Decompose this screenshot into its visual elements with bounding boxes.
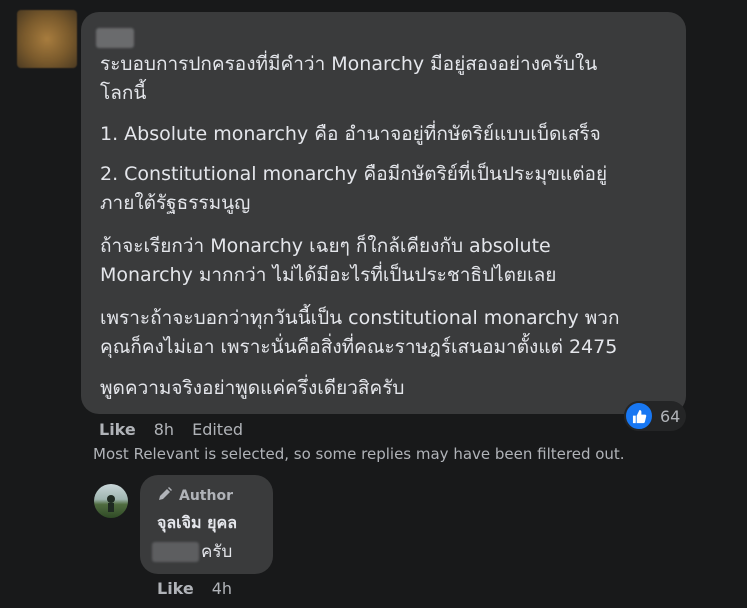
reply-text-content: ครับ [201, 542, 233, 562]
reply-author-name[interactable]: จุลเจิม ยุคล [157, 511, 237, 536]
reply-text: ครับ [152, 538, 232, 565]
comment-paragraph-3: 2. Constitutional monarchy คือมีกษัตริย์… [100, 163, 608, 214]
author-badge: Author [157, 486, 233, 506]
commenter-name-redacted[interactable] [96, 28, 134, 48]
like-thumb-icon [624, 401, 654, 431]
comment-timestamp[interactable]: 8h [154, 420, 174, 439]
reply-actions: Like 4h [157, 579, 232, 598]
comment-actions: Like 8h Edited [99, 420, 243, 439]
reaction-count: 64 [660, 406, 681, 426]
commenter-avatar[interactable] [17, 10, 77, 68]
reply-like-button[interactable]: Like [157, 579, 194, 598]
comment-paragraph-1: ระบอบการปกครองที่มีคำว่า Monarchy มีอยู่… [100, 53, 598, 104]
like-button[interactable]: Like [99, 420, 136, 439]
reaction-summary[interactable]: 64 [624, 401, 687, 431]
reply-timestamp[interactable]: 4h [212, 579, 232, 598]
comment-paragraph-4: ถ้าจะเรียกว่า Monarchy เฉยๆ ก็ใกล้เคียงก… [100, 235, 557, 286]
reply-avatar[interactable] [94, 484, 128, 518]
comment-paragraph-2: 1. Absolute monarchy คือ อำนาจอยู่ที่กษั… [100, 123, 601, 145]
comment-paragraph-5: เพราะถ้าจะบอกว่าทุกวันนี้เป็น constituti… [100, 307, 620, 358]
pencil-icon [157, 486, 173, 506]
mention-redacted[interactable] [152, 541, 199, 562]
edited-label[interactable]: Edited [192, 420, 243, 439]
author-badge-label: Author [179, 488, 233, 504]
filter-notice: Most Relevant is selected, so some repli… [93, 445, 625, 463]
comment-paragraph-6: พูดความจริงอย่าพูดแค่ครึ่งเดียวสิครับ [100, 377, 405, 399]
